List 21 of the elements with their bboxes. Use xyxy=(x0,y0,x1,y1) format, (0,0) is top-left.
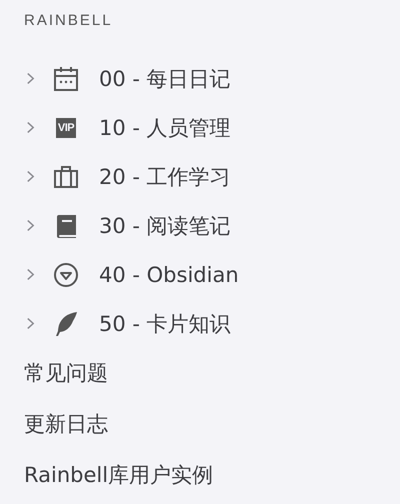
brand-title: RAINBELL xyxy=(24,11,114,31)
page-link[interactable]: Rainbell库用户实例 xyxy=(24,450,214,501)
folder-item[interactable]: 30 - 阅读笔记 xyxy=(99,212,231,240)
chevron-icon[interactable] xyxy=(26,72,35,85)
folder-item[interactable]: 40 - Obsidian xyxy=(99,262,239,286)
folder-item[interactable]: 00 - 每日日记 xyxy=(99,64,231,92)
page-link[interactable]: 更新日志 xyxy=(24,399,108,450)
page-link[interactable]: 常见问题 xyxy=(24,348,108,399)
chevron-icon[interactable] xyxy=(26,219,35,232)
chevron-icon[interactable] xyxy=(26,317,35,330)
folder-item[interactable]: 20 - 工作学习 xyxy=(99,162,231,190)
feather-icon xyxy=(53,310,79,336)
calendar-icon xyxy=(53,66,79,92)
diamond-circle-icon xyxy=(53,262,79,288)
vip-badge-icon: VIP xyxy=(56,118,76,138)
folder-item[interactable]: 10 - 人员管理 xyxy=(99,114,231,142)
chevron-icon[interactable] xyxy=(26,170,35,183)
chevron-icon[interactable] xyxy=(26,121,35,134)
chevron-icon[interactable] xyxy=(26,268,35,281)
folder-item[interactable]: 50 - 卡片知识 xyxy=(99,310,231,338)
briefcase-icon xyxy=(53,164,79,190)
